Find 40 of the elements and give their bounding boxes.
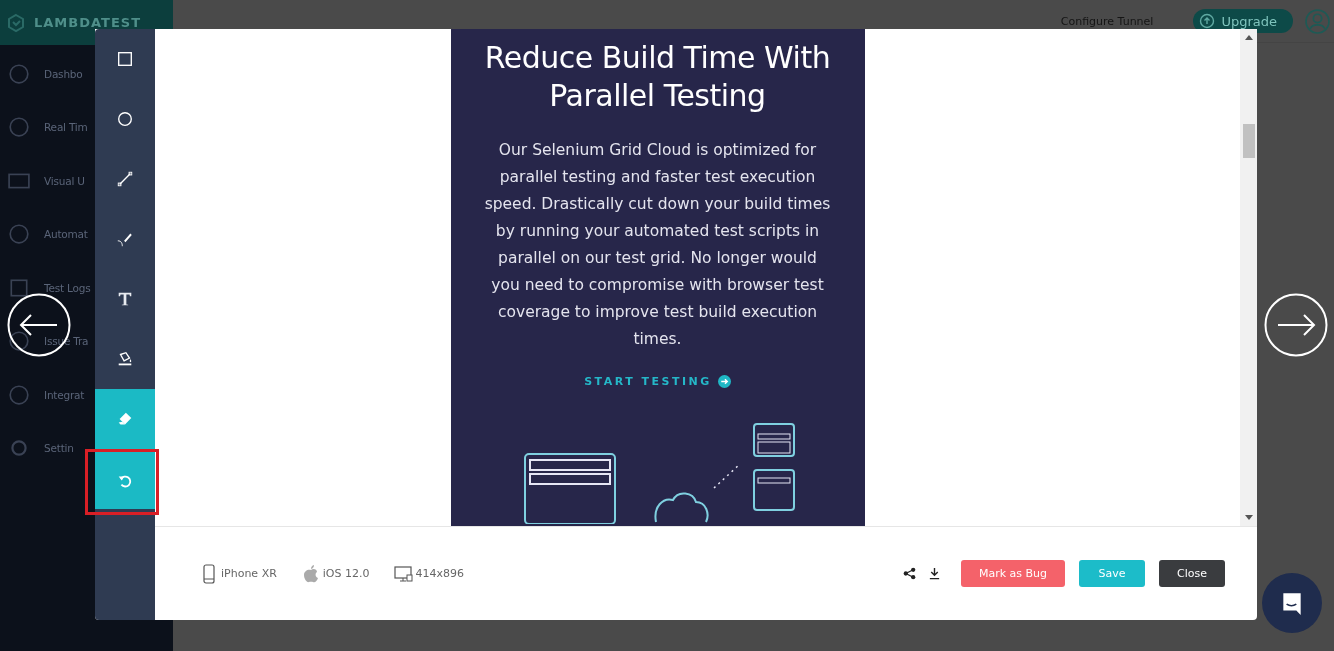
circle-icon xyxy=(8,383,30,406)
download-icon[interactable] xyxy=(928,567,941,580)
sidebar-item[interactable]: Test Logs xyxy=(0,261,95,315)
chat-button[interactable] xyxy=(1262,573,1322,633)
sidebar-item[interactable]: Visual U xyxy=(0,154,95,208)
screenshot-heading: Reduce Build Time With Parallel Testing xyxy=(483,39,832,115)
line-icon xyxy=(116,170,134,188)
scroll-up-icon[interactable] xyxy=(1244,35,1253,40)
paint-bucket-icon xyxy=(116,350,134,368)
save-button[interactable]: Save xyxy=(1079,560,1145,587)
sidebar-item[interactable]: Automat xyxy=(0,207,95,261)
circle-icon xyxy=(116,110,134,128)
text-icon xyxy=(116,290,134,308)
share-icon[interactable] xyxy=(903,567,916,580)
sidebar-item[interactable]: Dashbo xyxy=(0,47,95,101)
close-button[interactable]: Close xyxy=(1159,560,1225,587)
monitor-icon xyxy=(393,563,414,584)
screenshot-paragraph: Our Selenium Grid Cloud is optimized for parallel testing and faster test execution speed. Drastically cut down your build times by running your automated test scripts in parallel on our test grid. No longer would you need to compromise with browser test coverage to improve test build execution times. xyxy=(483,140,832,350)
circle-icon xyxy=(8,116,30,139)
square-icon xyxy=(116,50,134,68)
logo-icon xyxy=(6,12,26,33)
arrow-circle-icon xyxy=(717,375,731,388)
circle-icon xyxy=(8,223,30,246)
device-info-text: iPhone XR xyxy=(221,567,277,580)
sidebar-item[interactable]: Real Tim xyxy=(0,100,95,154)
device-info-text: 414x896 xyxy=(415,567,464,580)
logo-text: LAMBDATEST xyxy=(34,15,141,30)
scroll-down-icon[interactable] xyxy=(1244,515,1253,520)
mark-as-bug-button[interactable]: Mark as Bug xyxy=(961,560,1065,587)
sidebar-item[interactable]: Settin xyxy=(0,421,84,475)
upload-icon xyxy=(1199,13,1216,29)
circle-icon xyxy=(8,62,30,85)
box-icon xyxy=(8,276,30,299)
scrollbar[interactable] xyxy=(1240,29,1257,526)
start-testing-link[interactable]: START TESTING xyxy=(584,375,712,388)
sidebar-item[interactable]: Integrat xyxy=(0,368,95,422)
scrollbar-thumb[interactable] xyxy=(1242,124,1255,158)
device-info-text: iOS 12.0 xyxy=(322,567,370,580)
eraser-tool-button[interactable] xyxy=(95,389,155,449)
circle-icon xyxy=(8,330,30,353)
